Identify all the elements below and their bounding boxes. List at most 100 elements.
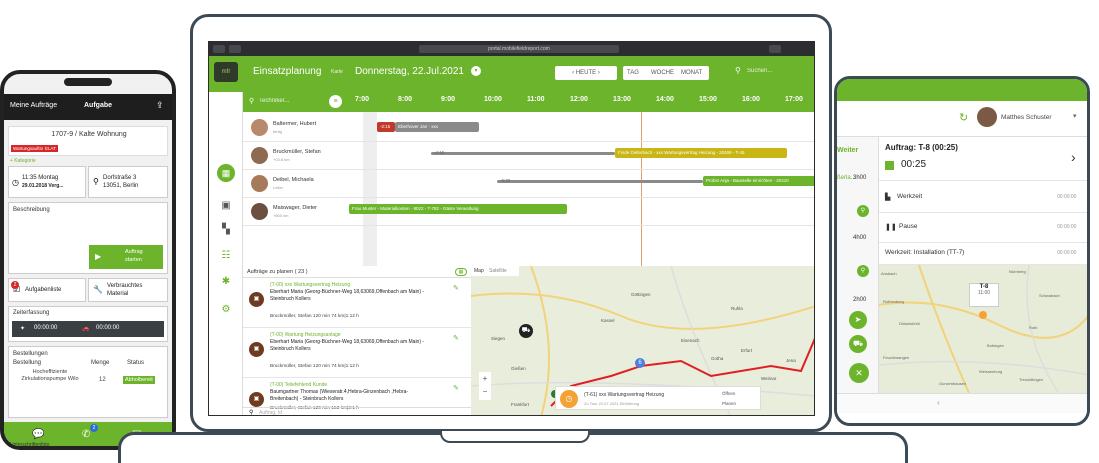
date-card[interactable]: ◷ 11:35 Montag 29.01.2018 Verg... bbox=[8, 166, 86, 198]
map-info-box[interactable]: T-8 11:00 bbox=[969, 283, 999, 307]
order-title: (T-00) xxx Wartungsvertrag Heizung bbox=[270, 282, 351, 288]
tablet-left-panel: Weiter ßerla... 3h00 ⚲ 4h00 ⚲ 2h00 bbox=[837, 137, 879, 393]
address-card[interactable]: ⚲ Dorfstraße 3 13051, Berlin bbox=[88, 166, 168, 198]
pause-label: Pause bbox=[899, 223, 918, 230]
order-item[interactable]: ▣ (T-00) Wartung Heizungsanlage Eberhart… bbox=[243, 328, 471, 378]
edit-icon[interactable]: ✎ bbox=[453, 284, 459, 292]
schedule-bar[interactable]: Frau Muster - Materialkosten - 8022 - T-… bbox=[349, 204, 567, 214]
search-icon: ⚲ bbox=[249, 410, 254, 416]
map-label: Ruhla bbox=[731, 306, 743, 311]
material-label-2: Material bbox=[107, 291, 129, 297]
map-label: Gunzenhausen bbox=[939, 381, 967, 386]
schedule-bar[interactable]: Eberhover Jan - xxx bbox=[395, 122, 479, 132]
orders-header: Aufträge zu planen ( 23 ) ▦ bbox=[243, 266, 471, 278]
sidebar-toggle[interactable] bbox=[229, 45, 241, 53]
search-icon[interactable]: ⚲ bbox=[735, 66, 741, 75]
order-title: (T-00) Wartung Heizungsanlage bbox=[270, 332, 341, 338]
werkzeit-row[interactable]: ▙ Werkzeit 00:00:00 bbox=[879, 183, 1087, 213]
date-picker-icon[interactable]: ▾ bbox=[471, 66, 481, 76]
hour-label: 10:00 bbox=[484, 96, 502, 103]
people-icon[interactable]: ✱ bbox=[220, 276, 232, 288]
pause-row[interactable]: ❚❚ Pause 00:00:00 bbox=[879, 213, 1087, 243]
today-button[interactable]: ‹ HEUTE › bbox=[555, 66, 617, 80]
user-name[interactable]: Matthes Schuster bbox=[1001, 114, 1052, 121]
gear-icon[interactable]: ⚙ bbox=[220, 304, 232, 316]
car-marker-icon[interactable]: ⛟ bbox=[519, 324, 533, 338]
navigate-icon[interactable]: ➤ bbox=[849, 311, 867, 329]
view-week-button[interactable]: WOCHE bbox=[651, 66, 674, 80]
route-map[interactable]: Map Satellite Göttingen Kassel Eisenach … bbox=[471, 266, 814, 415]
chat-icon[interactable]: 💬 bbox=[32, 429, 44, 440]
grid-icon[interactable]: ▚ bbox=[220, 224, 232, 236]
search-input[interactable]: Suchen... bbox=[747, 68, 772, 74]
chevron-down-icon[interactable]: ▾ bbox=[1073, 112, 1077, 120]
order-search-input[interactable]: Auftrag, Id bbox=[259, 410, 282, 415]
list-icon[interactable]: ☷ bbox=[220, 250, 232, 262]
refresh-icon[interactable]: ↻ bbox=[959, 111, 968, 124]
task-list-button[interactable]: ☑ 2 Aufgabenliste bbox=[8, 278, 86, 302]
timer-bar[interactable]: ✦ 00:00:00 🚗 00:00:00 bbox=[12, 321, 164, 337]
toggle-icon[interactable]: ▦ bbox=[455, 268, 467, 276]
edit-icon[interactable]: ✎ bbox=[453, 384, 459, 392]
close-icon[interactable]: ✕ bbox=[849, 363, 869, 383]
page-title: Einsatzplanung bbox=[253, 66, 322, 77]
chevron-right-icon[interactable]: › bbox=[1071, 149, 1076, 165]
share-icon[interactable]: ⇪ bbox=[156, 100, 164, 111]
col-status: Status bbox=[127, 360, 145, 366]
hour-label: 8:00 bbox=[398, 96, 413, 103]
back-nav-icon[interactable]: ‹ bbox=[937, 398, 940, 407]
zoom-in-button[interactable]: + bbox=[479, 372, 491, 385]
map-marker-icon[interactable] bbox=[979, 311, 987, 319]
app-logo: mfr bbox=[214, 62, 238, 82]
map-label: Weimar bbox=[761, 376, 777, 381]
technician-row[interactable]: Baltermer, Hubert fertig bbox=[243, 114, 814, 142]
hour-label: 17:00 bbox=[785, 96, 803, 103]
next-button[interactable]: Weiter bbox=[837, 147, 858, 154]
phone-icon[interactable]: ✆ bbox=[82, 429, 90, 440]
add-category-link[interactable]: + Kategorie bbox=[10, 158, 36, 164]
view-day-button[interactable]: TAG bbox=[627, 66, 639, 80]
map-label: Gotha bbox=[711, 356, 724, 361]
technician-search[interactable]: Techniker... bbox=[259, 98, 289, 104]
phone-notch bbox=[64, 78, 112, 86]
technician-status: Leiter bbox=[273, 185, 284, 190]
back-button[interactable] bbox=[213, 45, 225, 53]
address-bar[interactable]: portal.mobilefieldreport.com bbox=[419, 45, 619, 53]
pin-icon[interactable]: ⚲ bbox=[857, 265, 869, 277]
map-label: Feuchtwangen bbox=[883, 355, 910, 360]
browser-chrome: portal.mobilefieldreport.com bbox=[209, 42, 814, 56]
schedule-bar[interactable]: Probst Anja - Baustelle einrichten - 204… bbox=[703, 176, 814, 186]
order-item[interactable]: ▣ (T-00) xxx Wartungsvertrag Heizung Ebe… bbox=[243, 278, 471, 328]
user-avatar[interactable] bbox=[977, 107, 997, 127]
schedule-bar[interactable]: -2:15 bbox=[377, 122, 395, 132]
filter-icon[interactable]: ≡ bbox=[329, 95, 342, 108]
description-card[interactable]: Beschreibung ▶ Auftrag starten bbox=[8, 202, 168, 274]
calendar-icon[interactable]: ▦ bbox=[217, 164, 235, 182]
material-button[interactable]: 🔧 Verbrauchtes Material bbox=[88, 278, 168, 302]
map-tab[interactable]: Map bbox=[474, 268, 484, 274]
satellite-tab[interactable]: Satellite bbox=[489, 268, 507, 274]
order-status-icon: ▣ bbox=[249, 392, 264, 407]
popup-plan-button[interactable]: Planen bbox=[722, 401, 736, 406]
map-link[interactable]: Karte bbox=[331, 69, 343, 75]
schedule-bar[interactable]: Finde Dieferbach - xxx Wartungsvertrag H… bbox=[615, 148, 787, 158]
car-icon[interactable]: ⛟ bbox=[849, 335, 867, 353]
briefcase-icon[interactable]: ▣ bbox=[220, 200, 232, 212]
map-popup[interactable]: ◷ (T-61) xxx Wartungsvertrag Heizung Zu … bbox=[555, 386, 761, 410]
pause-icon: ❚❚ bbox=[885, 224, 897, 231]
view-month-button[interactable]: MONAT bbox=[681, 66, 702, 80]
order-header-card: 1707-9 / Kalte Wohnung Wartungsauftrag E… bbox=[8, 126, 168, 156]
pin-icon[interactable]: ⚲ bbox=[857, 205, 869, 217]
edit-icon[interactable]: ✎ bbox=[453, 334, 459, 342]
popup-open-button[interactable]: Öffnen bbox=[722, 391, 735, 396]
share-button[interactable] bbox=[769, 45, 781, 53]
install-row[interactable]: Werkzeit: Installation (TT-7) 00:00:00 bbox=[879, 243, 1087, 265]
back-button[interactable]: Meine Aufträge bbox=[10, 102, 57, 109]
tablet-map[interactable]: Ansbach Nürnberg Schwabach Roth Rothenbu… bbox=[879, 265, 1087, 393]
phone-header: Meine Aufträge Aufgabe ⇪ bbox=[4, 94, 172, 120]
start-order-button[interactable]: ▶ Auftrag starten bbox=[89, 245, 163, 269]
zoom-out-button[interactable]: − bbox=[479, 385, 491, 398]
order-summary[interactable]: Auftrag: T-8 (00:25) 00:25 › bbox=[879, 137, 1087, 181]
cluster-marker-icon[interactable]: 6 bbox=[635, 358, 645, 368]
order-search-bar[interactable]: ⚲ Auftrag, Id bbox=[243, 407, 471, 416]
